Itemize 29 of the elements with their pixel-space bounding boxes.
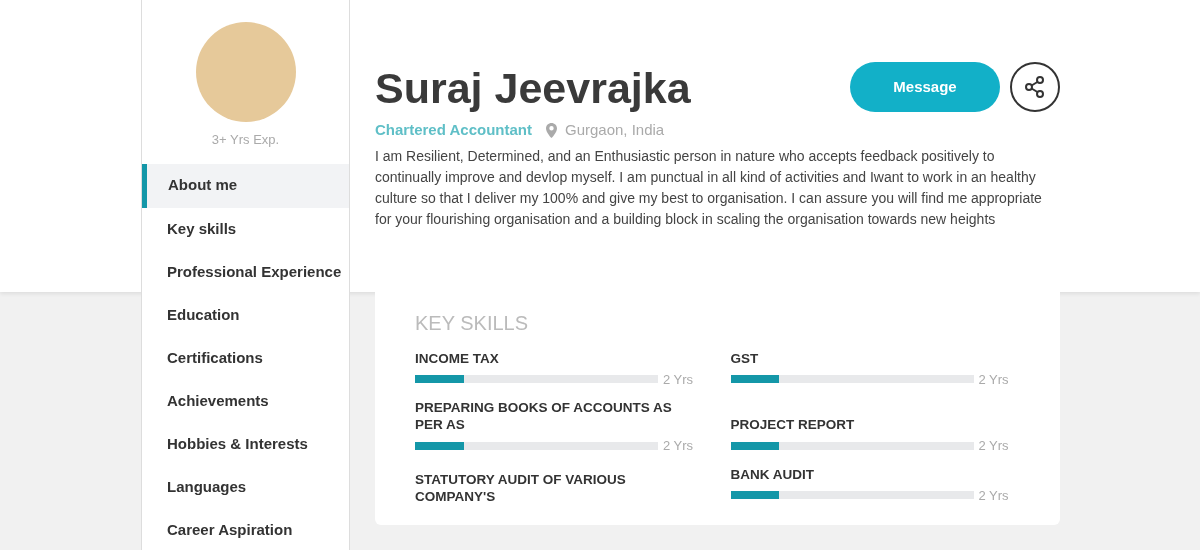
location-text: Gurgaon, India (564, 120, 665, 140)
bio-paragraph: I am Resilient, Determined, and an Enthusiastic person in nature who accepts feedback positively to continually improve and devlop myself. I am punctual in all kind of activities and Iwant to work in an healthy culture so that I deliver my 100% and give my best to organisation. I can assure you will find me appropriate for your flourishing organisation and a building block in scaling the organisation towards new heights (375, 146, 1043, 229)
profile-name: Suraj Jeevrajka (375, 63, 691, 114)
share-button[interactable] (1010, 62, 1060, 112)
sidebar-item[interactable]: Hobbies & Interests (142, 422, 349, 466)
skill-name: INCOME TAX (415, 349, 500, 367)
location-pin-icon (545, 122, 557, 138)
skill-years: 2 Yrs (663, 437, 694, 455)
sidebar-item[interactable]: Professional Experience (142, 250, 349, 294)
section-heading: KEY SKILLS (415, 310, 530, 336)
sidebar-item[interactable]: Career Aspiration (142, 508, 349, 550)
experience-text: 3+ Yrs Exp. (211, 131, 280, 149)
sidebar-item[interactable]: Key skills (142, 207, 349, 251)
skill-name: GST (730, 349, 760, 367)
skill-name: BANK AUDIT (730, 465, 815, 483)
skill-name: PROJECT REPORT (730, 416, 856, 433)
skill-years: 2 Yrs (978, 437, 1009, 455)
sidebar-item[interactable]: Achievements (142, 379, 349, 423)
skill-years: 2 Yrs (978, 370, 1009, 389)
sidebar-item[interactable]: Certifications (142, 336, 349, 380)
sidebar-item[interactable]: About me (142, 163, 349, 208)
skill-name: PREPARING BOOKS OF ACCOUNTS AS PER AS (415, 399, 673, 433)
job-title: Chartered Accountant (375, 120, 532, 140)
skill-years: 2 Yrs (978, 486, 1009, 505)
sidebar-item[interactable]: Languages (142, 465, 349, 509)
sidebar-item[interactable]: Education (142, 293, 349, 337)
share-icon (1023, 75, 1047, 99)
skill-name: STATUTORY AUDIT OF VARIOUS COMPANY'S (415, 471, 627, 505)
skill-years: 2 Yrs (663, 370, 694, 389)
